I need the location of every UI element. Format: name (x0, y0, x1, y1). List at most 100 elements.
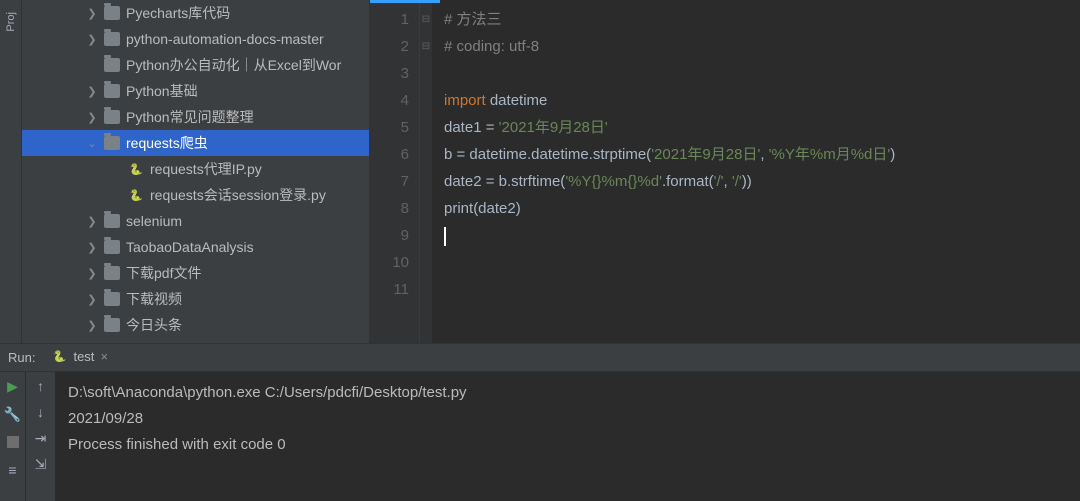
run-label: Run: (8, 350, 35, 365)
python-file-icon: 🐍 (128, 161, 144, 177)
folder-icon (104, 136, 120, 150)
file-item[interactable]: 🐍 requests会话session登录.py (22, 182, 369, 208)
line-number-gutter: 1234567891011 (370, 2, 420, 343)
up-icon[interactable]: ↑ (33, 378, 49, 394)
project-tree[interactable]: ❯ Pyecharts库代码 ❯ python-automation-docs-mas… (22, 0, 370, 343)
python-icon: 🐍 (51, 349, 67, 365)
folder-icon (104, 318, 120, 332)
folder-item[interactable]: ❯ selenium (22, 208, 369, 234)
softwrap-icon[interactable]: ⇥ (33, 430, 49, 446)
folder-item[interactable]: ⌄ requests爬虫 (22, 130, 369, 156)
line-number: 3 (370, 60, 409, 87)
line-number: 7 (370, 168, 409, 195)
folder-icon (104, 32, 120, 46)
tree-item-label: TaobaoDataAnalysis (126, 239, 254, 255)
folder-icon (104, 266, 120, 280)
fold-mark[interactable]: ⊟ (420, 6, 432, 33)
folder-icon (104, 110, 120, 124)
code-line: # 方法三 (444, 6, 1080, 33)
tree-item-label: Python办公自动化｜从Excel到Wor (126, 55, 341, 75)
folder-item[interactable]: ❯ Python基础 (22, 78, 369, 104)
tree-item-label: 下载视频 (126, 289, 182, 309)
chevron-right-icon[interactable]: ❯ (86, 293, 98, 306)
code-area[interactable]: # 方法三# coding: utf-8 import datetimedate1… (432, 2, 1080, 343)
tree-item-label: requests会话session登录.py (150, 185, 326, 205)
folder-item[interactable]: ❯ TaobaoDataAnalysis (22, 234, 369, 260)
chevron-right-icon[interactable]: ❯ (86, 7, 98, 20)
line-number: 4 (370, 87, 409, 114)
chevron-down-icon[interactable]: ⌄ (86, 137, 98, 150)
code-line (444, 60, 1080, 87)
tree-item-label: requests代理IP.py (150, 159, 262, 179)
tree-item-label: Python常见问题整理 (126, 107, 254, 127)
run-action-toolbar: ▶ 🔧 ≡ (0, 372, 26, 501)
tree-item-label: selenium (126, 213, 182, 229)
fold-mark[interactable]: ⊟ (420, 33, 432, 60)
chevron-right-icon[interactable]: ❯ (86, 319, 98, 332)
code-line: print(date2) (444, 195, 1080, 222)
folder-item[interactable]: ❯ 下载视频 (22, 286, 369, 312)
console-line: D:\soft\Anaconda\python.exe C:/Users/pdc… (68, 380, 1068, 406)
close-icon[interactable]: × (100, 349, 108, 364)
down-icon[interactable]: ↓ (33, 404, 49, 420)
code-line: b = datetime.datetime.strptime('2021年9月2… (444, 141, 1080, 168)
line-number: 2 (370, 33, 409, 60)
line-number: 9 (370, 222, 409, 249)
chevron-right-icon[interactable]: ❯ (86, 241, 98, 254)
project-tool-label[interactable]: Proj (5, 8, 17, 36)
run-header: Run: 🐍 test × (0, 344, 1080, 372)
folder-icon (104, 6, 120, 20)
file-item[interactable]: 🐍 requests代理IP.py (22, 156, 369, 182)
console-line: 2021/09/28 (68, 406, 1068, 432)
fold-gutter[interactable]: ⊟⊟ (420, 2, 432, 343)
chevron-right-icon[interactable]: ❯ (86, 111, 98, 124)
code-line (444, 276, 1080, 303)
folder-icon (104, 58, 120, 72)
wrench-icon[interactable]: 🔧 (5, 406, 21, 422)
line-number: 1 (370, 6, 409, 33)
folder-item[interactable]: ❯ python-automation-docs-master (22, 26, 369, 52)
folder-icon (104, 240, 120, 254)
stop-icon[interactable] (5, 434, 21, 450)
tree-item-label: 下载pdf文件 (126, 263, 201, 283)
folder-item[interactable]: ❯ 今日头条 (22, 312, 369, 338)
code-line: import datetime (444, 87, 1080, 114)
folder-icon (104, 84, 120, 98)
scroll-end-icon[interactable]: ⇲ (33, 456, 49, 472)
chevron-right-icon[interactable]: ❯ (86, 215, 98, 228)
tree-item-label: python-automation-docs-master (126, 31, 324, 47)
line-number: 10 (370, 249, 409, 276)
tree-item-label: requests爬虫 (126, 133, 208, 153)
python-file-icon: 🐍 (128, 187, 144, 203)
run-console-output[interactable]: D:\soft\Anaconda\python.exe C:/Users/pdc… (56, 372, 1080, 501)
line-number: 11 (370, 276, 409, 303)
tree-item-label: Python基础 (126, 81, 198, 101)
left-toolwindow-bar: Proj (0, 0, 22, 343)
chevron-right-icon[interactable]: ❯ (86, 85, 98, 98)
run-tab-test[interactable]: 🐍 test × (45, 347, 114, 369)
chevron-right-icon[interactable]: ❯ (86, 33, 98, 46)
code-editor[interactable]: 1234567891011 ⊟⊟ # 方法三# coding: utf-8 imp… (370, 0, 1080, 343)
line-number: 8 (370, 195, 409, 222)
chevron-right-icon[interactable]: ❯ (86, 267, 98, 280)
folder-icon (104, 292, 120, 306)
tree-item-label: 今日头条 (126, 315, 182, 335)
console-line: Process finished with exit code 0 (68, 432, 1068, 458)
folder-icon (104, 214, 120, 228)
run-icon[interactable]: ▶ (5, 378, 21, 394)
code-line (444, 249, 1080, 276)
run-toolwindow: Run: 🐍 test × ▶ 🔧 ≡ ↑ ↓ ⇥ ⇲ D:\soft\Anac… (0, 343, 1080, 501)
code-line: # coding: utf-8 (444, 33, 1080, 60)
code-line: date2 = b.strftime('%Y{}%m{}%d'.format('… (444, 168, 1080, 195)
line-number: 6 (370, 141, 409, 168)
folder-item[interactable]: ❯ Python常见问题整理 (22, 104, 369, 130)
tree-item-label: Pyecharts库代码 (126, 3, 230, 23)
run-output-toolbar: ↑ ↓ ⇥ ⇲ (26, 372, 56, 501)
folder-item[interactable]: ❯ 下载pdf文件 (22, 260, 369, 286)
code-line: date1 = '2021年9月28日' (444, 114, 1080, 141)
folder-item[interactable]: ❯ Pyecharts库代码 (22, 0, 369, 26)
line-number: 5 (370, 114, 409, 141)
folder-item[interactable]: Python办公自动化｜从Excel到Wor (22, 52, 369, 78)
more-icon[interactable]: ≡ (5, 462, 21, 478)
run-tab-label: test (73, 349, 94, 364)
